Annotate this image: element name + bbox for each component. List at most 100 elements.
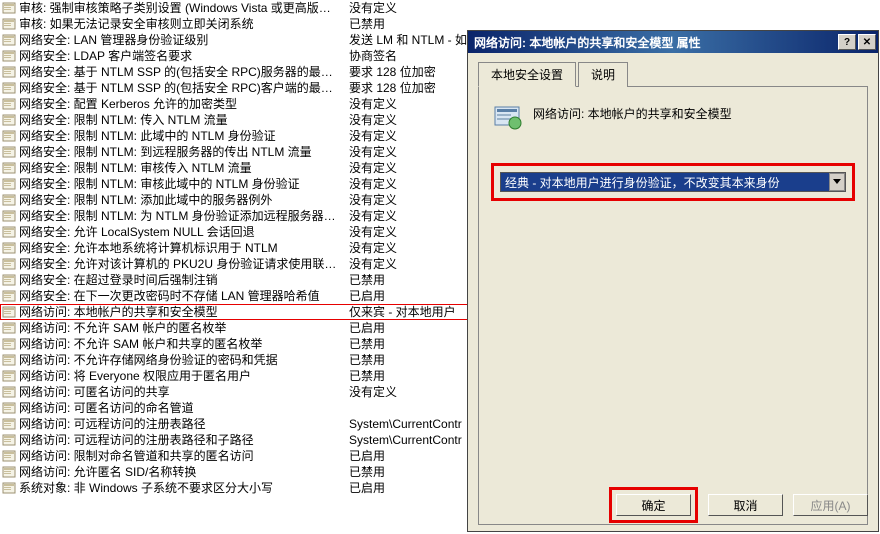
policy-name: 网络安全: 在超过登录时间后强制注销 — [19, 272, 349, 288]
policy-row[interactable]: 网络访问: 不允许 SAM 帐户和共享的匿名枚举已禁用 — [0, 336, 470, 352]
policy-row[interactable]: 网络安全: 限制 NTLM: 到远程服务器的传出 NTLM 流量没有定义 — [0, 144, 470, 160]
policy-name: 系统对象: 非 Windows 子系统不要求区分大小写 — [19, 480, 349, 496]
policy-info-text: 网络访问: 本地帐户的共享和安全模型 — [533, 101, 855, 122]
policy-item-icon — [2, 481, 16, 495]
tab-strip: 本地安全设置 说明 — [478, 61, 868, 87]
close-button[interactable]: ✕ — [858, 34, 876, 50]
policy-name: 网络访问: 不允许存储网络身份验证的密码和凭据 — [19, 352, 349, 368]
policy-row[interactable]: 网络安全: 在下一次更改密码时不存储 LAN 管理器哈希值已启用 — [0, 288, 470, 304]
policy-value: 已启用 — [349, 448, 470, 464]
policy-row[interactable]: 审核: 强制审核策略子类别设置 (Windows Vista 或更高版…没有定义 — [0, 0, 470, 16]
policy-value: 已禁用 — [349, 272, 470, 288]
policy-row[interactable]: 网络访问: 可匿名访问的共享没有定义 — [0, 384, 470, 400]
policy-row[interactable]: 网络访问: 可远程访问的注册表路径System\CurrentContr — [0, 416, 470, 432]
policy-item-icon — [2, 305, 16, 319]
help-button[interactable]: ? — [838, 34, 856, 50]
policy-name: 网络安全: 允许对该计算机的 PKU2U 身份验证请求使用联… — [19, 256, 349, 272]
sharing-model-dropdown[interactable]: 经典 - 对本地用户进行身份验证，不改变其本来身份 — [500, 172, 846, 192]
policy-value: 没有定义 — [349, 0, 470, 16]
policy-row[interactable]: 网络访问: 不允许 SAM 帐户的匿名枚举已启用 — [0, 320, 470, 336]
policy-row[interactable]: 网络安全: LDAP 客户端签名要求协商签名 — [0, 48, 470, 64]
policy-item-icon — [2, 65, 16, 79]
policy-item-icon — [2, 97, 16, 111]
policy-name: 网络访问: 允许匿名 SID/名称转换 — [19, 464, 349, 480]
policy-item-icon — [2, 417, 16, 431]
policy-item-icon — [2, 289, 16, 303]
policy-row[interactable]: 网络访问: 不允许存储网络身份验证的密码和凭据已禁用 — [0, 352, 470, 368]
policy-name: 网络安全: 限制 NTLM: 传入 NTLM 流量 — [19, 112, 349, 128]
policy-item-icon — [2, 433, 16, 447]
dropdown-highlight: 经典 - 对本地用户进行身份验证，不改变其本来身份 — [491, 163, 855, 201]
policy-value: 没有定义 — [349, 112, 470, 128]
ok-button-highlight: 确定 — [609, 487, 698, 523]
policy-row[interactable]: 网络访问: 本地帐户的共享和安全模型仅来宾 - 对本地用户 — [0, 304, 470, 320]
policy-item-icon — [2, 33, 16, 47]
apply-button[interactable]: 应用(A) — [793, 494, 868, 516]
policy-value: 已启用 — [349, 288, 470, 304]
policy-value: 没有定义 — [349, 224, 470, 240]
policy-row[interactable]: 网络安全: 限制 NTLM: 为 NTLM 身份验证添加远程服务器…没有定义 — [0, 208, 470, 224]
policy-row[interactable]: 网络安全: 限制 NTLM: 此域中的 NTLM 身份验证没有定义 — [0, 128, 470, 144]
policy-value: 没有定义 — [349, 384, 470, 400]
policy-row[interactable]: 网络访问: 可远程访问的注册表路径和子路径System\CurrentContr — [0, 432, 470, 448]
cancel-button[interactable]: 取消 — [708, 494, 783, 516]
policy-name: 网络安全: 限制 NTLM: 添加此域中的服务器例外 — [19, 192, 349, 208]
policy-row[interactable]: 网络访问: 将 Everyone 权限应用于匿名用户已禁用 — [0, 368, 470, 384]
policy-row[interactable]: 网络安全: 配置 Kerberos 允许的加密类型没有定义 — [0, 96, 470, 112]
policy-name: 网络访问: 不允许 SAM 帐户的匿名枚举 — [19, 320, 349, 336]
dialog-button-row: 确定 取消 应用(A) — [609, 487, 868, 523]
policy-name: 网络访问: 本地帐户的共享和安全模型 — [19, 304, 349, 320]
policy-item-icon — [2, 337, 16, 351]
policy-value: 没有定义 — [349, 128, 470, 144]
policy-item-icon — [2, 193, 16, 207]
policy-row[interactable]: 审核: 如果无法记录安全审核则立即关闭系统已禁用 — [0, 16, 470, 32]
policy-value: 没有定义 — [349, 160, 470, 176]
policy-item-icon — [2, 385, 16, 399]
policy-value: 没有定义 — [349, 96, 470, 112]
policy-value: 没有定义 — [349, 256, 470, 272]
policy-value: 已禁用 — [349, 336, 470, 352]
policy-name: 网络访问: 可匿名访问的命名管道 — [19, 400, 349, 416]
ok-button[interactable]: 确定 — [616, 494, 691, 516]
policy-row[interactable]: 网络安全: 允许 LocalSystem NULL 会话回退没有定义 — [0, 224, 470, 240]
policy-item-icon — [2, 257, 16, 271]
policy-name: 网络安全: 基于 NTLM SSP 的(包括安全 RPC)客户端的最… — [19, 80, 349, 96]
policy-row[interactable]: 网络安全: 在超过登录时间后强制注销已禁用 — [0, 272, 470, 288]
policy-row[interactable]: 网络安全: 限制 NTLM: 审核传入 NTLM 流量没有定义 — [0, 160, 470, 176]
policy-row[interactable]: 网络安全: 限制 NTLM: 审核此域中的 NTLM 身份验证没有定义 — [0, 176, 470, 192]
tab-description[interactable]: 说明 — [578, 62, 628, 87]
policy-row[interactable]: 网络访问: 可匿名访问的命名管道 — [0, 400, 470, 416]
policy-list: 审核: 强制审核策略子类别设置 (Windows Vista 或更高版…没有定义… — [0, 0, 470, 496]
policy-value: 已禁用 — [349, 352, 470, 368]
policy-value: 已禁用 — [349, 464, 470, 480]
policy-row[interactable]: 网络安全: 基于 NTLM SSP 的(包括安全 RPC)服务器的最…要求 12… — [0, 64, 470, 80]
policy-item-icon — [2, 465, 16, 479]
policy-value: 已禁用 — [349, 16, 470, 32]
policy-item-icon — [2, 273, 16, 287]
policy-value: 发送 LM 和 NTLM - 如 — [349, 32, 470, 48]
dialog-titlebar: 网络访问: 本地帐户的共享和安全模型 属性 ? ✕ — [468, 31, 878, 53]
policy-row[interactable]: 网络安全: LAN 管理器身份验证级别发送 LM 和 NTLM - 如 — [0, 32, 470, 48]
policy-value: 协商签名 — [349, 48, 470, 64]
policy-row[interactable]: 网络安全: 限制 NTLM: 传入 NTLM 流量没有定义 — [0, 112, 470, 128]
policy-item-icon — [2, 129, 16, 143]
policy-value: 已启用 — [349, 320, 470, 336]
policy-row[interactable]: 网络访问: 允许匿名 SID/名称转换已禁用 — [0, 464, 470, 480]
policy-value: 没有定义 — [349, 176, 470, 192]
policy-row[interactable]: 网络安全: 允许对该计算机的 PKU2U 身份验证请求使用联…没有定义 — [0, 256, 470, 272]
tab-local-security[interactable]: 本地安全设置 — [478, 62, 576, 87]
policy-name: 网络安全: 允许本地系统将计算机标识用于 NTLM — [19, 240, 349, 256]
policy-value: 没有定义 — [349, 240, 470, 256]
policy-row[interactable]: 网络访问: 限制对命名管道和共享的匿名访问已启用 — [0, 448, 470, 464]
policy-value: 要求 128 位加密 — [349, 64, 470, 80]
policy-name: 网络安全: 限制 NTLM: 审核此域中的 NTLM 身份验证 — [19, 176, 349, 192]
policy-name: 网络安全: 在下一次更改密码时不存储 LAN 管理器哈希值 — [19, 288, 349, 304]
dialog-title: 网络访问: 本地帐户的共享和安全模型 属性 — [474, 34, 838, 51]
policy-row[interactable]: 网络安全: 允许本地系统将计算机标识用于 NTLM没有定义 — [0, 240, 470, 256]
policy-row[interactable]: 系统对象: 非 Windows 子系统不要求区分大小写已启用 — [0, 480, 470, 496]
policy-row[interactable]: 网络安全: 基于 NTLM SSP 的(包括安全 RPC)客户端的最…要求 12… — [0, 80, 470, 96]
policy-name: 网络访问: 不允许 SAM 帐户和共享的匿名枚举 — [19, 336, 349, 352]
policy-row[interactable]: 网络安全: 限制 NTLM: 添加此域中的服务器例外没有定义 — [0, 192, 470, 208]
policy-value: 仅来宾 - 对本地用户 — [349, 304, 470, 320]
policy-value — [349, 400, 470, 416]
